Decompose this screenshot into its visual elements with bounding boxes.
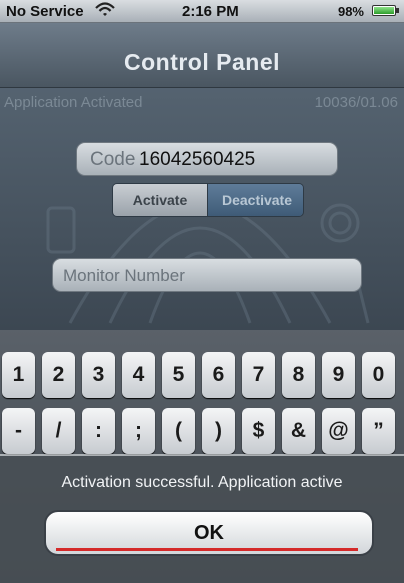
key-6[interactable]: 6: [202, 352, 235, 398]
version-label: 10036/01.06: [314, 94, 398, 111]
activation-segmented-control: Activate Deactivate: [112, 183, 304, 217]
page-title: Control Panel: [123, 49, 280, 75]
code-value: 16042560425: [139, 149, 256, 170]
key-ampersand[interactable]: &: [282, 408, 315, 454]
battery-percent: 98%: [337, 4, 364, 19]
activation-info-row: Application Activated 10036/01.06: [0, 88, 404, 118]
code-label: Code: [90, 149, 136, 170]
status-bar: No Service 2:16 PM 98%: [0, 0, 404, 23]
key-slash[interactable]: /: [42, 408, 75, 454]
activation-status: Application Activated: [4, 94, 143, 111]
key-at[interactable]: @: [322, 408, 355, 454]
key-colon[interactable]: :: [82, 408, 115, 454]
activate-button[interactable]: Activate: [113, 184, 207, 216]
key-open-paren[interactable]: (: [162, 408, 195, 454]
code-field[interactable]: Code 16042560425: [76, 142, 338, 176]
monitor-number-field[interactable]: Monitor Number: [52, 258, 362, 292]
key-semicolon[interactable]: ;: [122, 408, 155, 454]
button-highlight-underline: [56, 548, 358, 551]
phone-screen: No Service 2:16 PM 98% Control Panel App…: [0, 0, 404, 583]
key-quote[interactable]: ”: [362, 408, 395, 454]
navigation-bar: Control Panel: [0, 23, 404, 88]
deactivate-button[interactable]: Deactivate: [207, 184, 303, 216]
key-4[interactable]: 4: [122, 352, 155, 398]
alert-dialog: Activation successful. Application activ…: [0, 454, 404, 583]
key-8[interactable]: 8: [282, 352, 315, 398]
battery-icon: [372, 5, 396, 16]
wifi-icon: [95, 2, 115, 16]
key-0[interactable]: 0: [362, 352, 395, 398]
carrier-label: No Service: [6, 3, 84, 20]
key-2[interactable]: 2: [42, 352, 75, 398]
key-dash[interactable]: -: [2, 408, 35, 454]
key-close-paren[interactable]: ): [202, 408, 235, 454]
alert-message: Activation successful. Application activ…: [61, 474, 343, 491]
key-1[interactable]: 1: [2, 352, 35, 398]
key-dollar[interactable]: $: [242, 408, 275, 454]
key-7[interactable]: 7: [242, 352, 275, 398]
key-5[interactable]: 5: [162, 352, 195, 398]
clock-label: 2:16 PM: [182, 3, 239, 20]
key-3[interactable]: 3: [82, 352, 115, 398]
key-9[interactable]: 9: [322, 352, 355, 398]
